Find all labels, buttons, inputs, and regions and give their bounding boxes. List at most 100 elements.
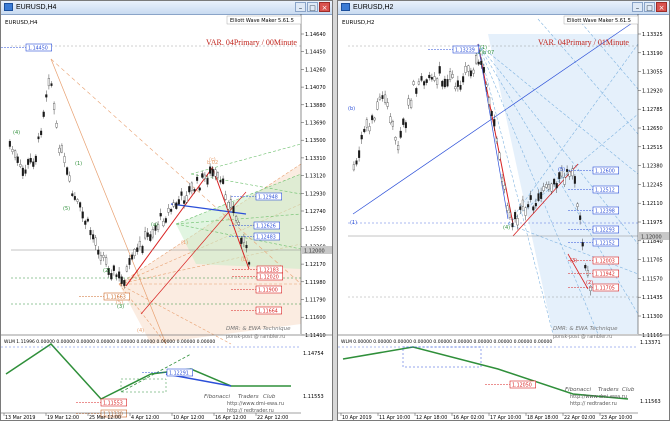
price-tick-label: 1.11790 xyxy=(305,298,326,304)
wave-line-indicator xyxy=(1,343,301,400)
wave-label: (5) xyxy=(558,167,565,173)
price-tick-label: 1.12380 xyxy=(642,164,663,170)
price-chart[interactable]: (b)(1)(2)(4)(5)(1)(2)(3)b 07 1.132391.12… xyxy=(338,14,669,420)
price-tick-label: 1.13120 xyxy=(305,174,326,180)
wave-label: (3) xyxy=(570,258,577,264)
time-tick-label: 19 Mar 12:00 xyxy=(47,415,79,420)
chart-window-icon xyxy=(341,3,350,11)
minimize-button[interactable]: – xyxy=(632,2,643,12)
time-tick-label: 17 Apr 10:00 xyxy=(490,415,521,420)
price-level-label: 1.12003 xyxy=(595,258,615,264)
price-chart[interactable]: (4)(5)(1)(2)(3)(4)(5)(a)(b)(c)b 02(1) 1.… xyxy=(1,14,332,420)
wave-line-indicator xyxy=(338,346,638,400)
time-tick-label: 11 Apr 10:00 xyxy=(379,415,410,420)
price-level-label: 1.12600 xyxy=(595,168,615,174)
price-tick-label: 1.12650 xyxy=(642,126,663,132)
wave-label: (1) xyxy=(350,220,357,226)
wave-variant-label: VAR. 04Primary / 00Minute xyxy=(206,38,297,47)
price-level-label: 1.12512 xyxy=(595,187,615,193)
price-tick-label: 1.14070 xyxy=(305,85,326,91)
close-button[interactable]: × xyxy=(319,2,330,12)
wave-label: (5) xyxy=(116,300,123,306)
subwindow-tick: 1.11553 xyxy=(303,394,324,400)
window-titlebar[interactable]: EURUSD,H4 – □ × xyxy=(1,1,332,15)
price-tick-label: 1.14450 xyxy=(305,50,326,56)
indicator-name: Elliott Wave Maker 5.61.5 xyxy=(230,18,294,24)
price-tick-label: 1.13310 xyxy=(305,156,326,162)
wave-label: (4) xyxy=(503,225,510,231)
price-tick-label: 1.11300 xyxy=(642,314,663,320)
price-tick-label: 1.11410 xyxy=(305,333,326,339)
subwindow-price-boxes: 1.12291 1.11553 xyxy=(76,368,194,407)
price-tick-label: 1.11570 xyxy=(642,276,663,282)
wave-label: (1) xyxy=(75,161,82,167)
maximize-button[interactable]: □ xyxy=(644,2,655,12)
watermark-line: DMR: & EWA Technique xyxy=(226,326,291,332)
wave-label: (4) xyxy=(13,130,20,136)
price-level-label: 1.12948 xyxy=(258,194,278,200)
price-level-label: 1.12020 xyxy=(259,274,279,280)
price-tick-label: 1.12785 xyxy=(642,107,663,113)
price-tick-label: 1.11165 xyxy=(642,333,663,339)
chart-window-eurusd-h2[interactable]: EURUSD,H2 – □ × (b) (1) (2) (4) (5) (1) … xyxy=(337,0,670,421)
price-level-label: 1.12626 xyxy=(256,223,276,229)
price-tick-label: 1.13500 xyxy=(305,138,326,144)
window-title: EURUSD,H2 xyxy=(353,4,394,11)
current-price-label: 1.12000 xyxy=(304,249,325,255)
subwindow-price-boxes: 1.12050 xyxy=(485,380,537,389)
watermark-url: http:// redtrader.ru xyxy=(570,401,617,407)
time-tick-label: 23 Apr 10:00 xyxy=(601,415,632,420)
price-tick-label: 1.14640 xyxy=(305,32,326,38)
price-level-label: 1.11553 xyxy=(103,400,123,406)
wave-label: b 07 xyxy=(483,50,494,56)
subwindow-header: WLM 1.11996 0.00000 0.00000 0.00000 0.00… xyxy=(4,339,215,345)
price-tick-label: 1.13055 xyxy=(642,70,663,76)
price-level-label: 1.12291 xyxy=(169,370,189,376)
chart-window-icon xyxy=(4,3,13,11)
price-tick-label: 1.11705 xyxy=(642,258,663,264)
time-tick-label: 4 Apr 12:00 xyxy=(131,415,159,420)
watermark-word: Fibonacci xyxy=(565,387,591,393)
price-tick-label: 1.13880 xyxy=(305,103,326,109)
price-tick-label: 1.12930 xyxy=(305,191,326,197)
wave-label: (2) xyxy=(586,280,593,286)
time-tick-label: 16 Apr 12:00 xyxy=(215,415,246,420)
subwindow-tick: 1.14754 xyxy=(303,351,324,357)
time-tick-label: 10 Apr 12:00 xyxy=(173,415,204,420)
price-tick-label: 1.12245 xyxy=(642,182,663,188)
watermark-url: http://www.dmi-ewa.ru xyxy=(227,401,284,407)
price-tick-label: 1.12920 xyxy=(642,88,663,94)
watermark-word: Club xyxy=(622,387,635,393)
price-level-label: 1.12050 xyxy=(512,382,532,388)
chart-window-eurusd-h4[interactable]: EURUSD,H4 – □ × (4) (5) (1) (2) (3) (4) … xyxy=(0,0,333,421)
maximize-button[interactable]: □ xyxy=(307,2,318,12)
time-tick-label: 25 Mar 12:00 xyxy=(89,415,121,420)
price-tick-label: 1.12515 xyxy=(642,145,663,151)
symbol-label: EURUSD,H2 xyxy=(342,20,374,26)
wave-label: (b) xyxy=(241,257,248,263)
watermark-word: Traders xyxy=(238,394,259,400)
time-tick-label: 22 Apr 02:00 xyxy=(564,415,595,420)
price-tick-label: 1.12740 xyxy=(305,209,326,215)
price-tick-label: 1.11600 xyxy=(305,315,326,321)
watermark-line: DMR: & EWA Technique xyxy=(553,326,618,332)
wave-label: (1) xyxy=(181,240,188,246)
close-button[interactable]: × xyxy=(656,2,667,12)
price-level-label: 1.14450 xyxy=(28,45,48,51)
window-titlebar[interactable]: EURUSD,H2 – □ × xyxy=(338,1,669,15)
symbol-label: EURUSD,H4 xyxy=(5,20,38,26)
minimize-button[interactable]: – xyxy=(295,2,306,12)
subwindow-header: WLM 0.00000 0.00000 0.00000 0.00000 0.00… xyxy=(341,339,552,345)
time-tick-label: 13 Mar 2019 xyxy=(5,415,35,420)
time-tick-label: 12 Apr 18:00 xyxy=(416,415,447,420)
time-tick-label: 18 Apr 18:00 xyxy=(527,415,558,420)
price-level-label: 1.12183 xyxy=(259,267,279,273)
price-level-label: 1.11664 xyxy=(258,308,278,314)
subwindow-tick: 1.11563 xyxy=(640,399,661,405)
price-level-label: 1.13239 xyxy=(455,47,475,53)
price-tick-label: 1.12170 xyxy=(305,262,326,268)
price-level-label: 1.11942 xyxy=(595,271,615,277)
time-tick-label: 16 Apr 02:00 xyxy=(453,415,484,420)
price-tick-label: 1.13690 xyxy=(305,121,326,127)
window-title: EURUSD,H4 xyxy=(16,4,57,11)
